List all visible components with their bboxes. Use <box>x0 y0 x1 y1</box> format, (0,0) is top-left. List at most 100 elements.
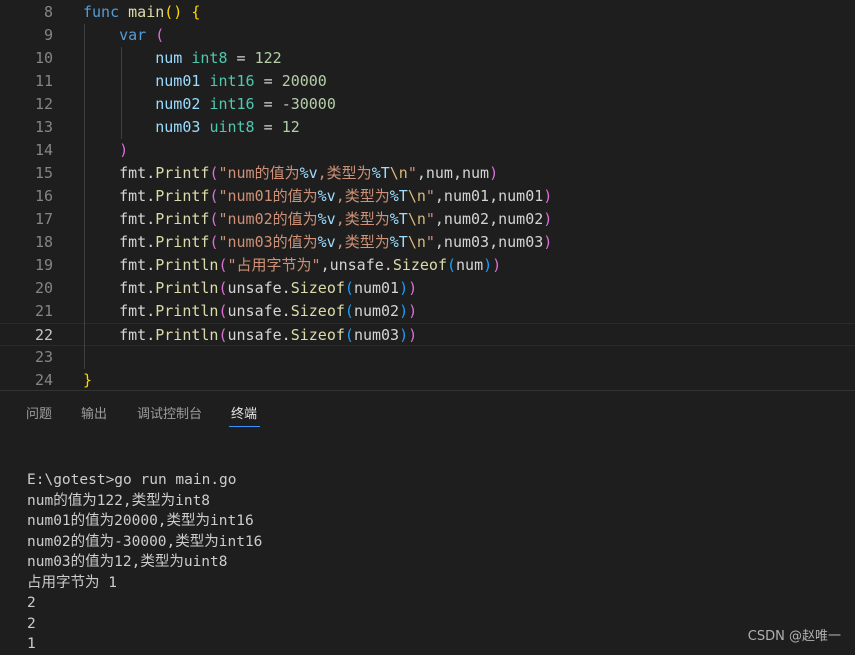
code-token: unsafe. <box>227 279 291 297</box>
code-token: fmt. <box>83 187 156 205</box>
terminal-line: 2 <box>27 615 36 632</box>
code-token: \n <box>407 210 426 228</box>
tab-problems[interactable]: 问题 <box>26 403 52 422</box>
code-text: fmt.Printf("num的值为%v,类型为%T\n",num,num) <box>83 162 498 185</box>
code-token: ) <box>483 256 493 274</box>
code-token: %T <box>389 187 408 205</box>
code-token: Sizeof <box>290 302 345 320</box>
code-line[interactable]: 15 fmt.Printf("num的值为%v,类型为%T\n",num,num… <box>0 162 855 185</box>
code-token: num03 <box>353 326 400 344</box>
code-token: " <box>407 164 417 182</box>
code-line[interactable]: 10 num int8 = 122 <box>0 47 855 70</box>
line-number: 15 <box>34 164 53 182</box>
code-token: Sizeof <box>290 326 345 344</box>
active-tab-indicator <box>229 426 260 427</box>
code-token: ( <box>218 279 228 297</box>
code-token: num02 <box>83 95 210 113</box>
code-token: unsafe. <box>227 326 291 344</box>
code-token: fmt. <box>83 279 156 297</box>
code-token: Printf <box>155 187 210 205</box>
code-line[interactable]: 16 fmt.Printf("num01的值为%v,类型为%T\n",num01… <box>0 185 855 208</box>
code-token: fmt. <box>83 164 156 182</box>
code-token: uint8 <box>209 118 255 136</box>
code-token: Sizeof <box>392 256 447 274</box>
code-text: fmt.Println("占用字节为",unsafe.Sizeof(num)) <box>83 254 501 277</box>
code-token: fmt. <box>83 233 156 251</box>
tab-debug-console[interactable]: 调试控制台 <box>137 403 202 422</box>
code-token: Println <box>155 279 219 297</box>
code-token: = <box>254 95 282 113</box>
code-token: num02 <box>353 302 400 320</box>
code-line[interactable]: 22 fmt.Println(unsafe.Sizeof(num03)) <box>0 323 855 346</box>
code-token: num01 <box>353 279 400 297</box>
code-text: num01 int16 = 20000 <box>83 70 327 93</box>
code-token: 122 <box>254 49 282 67</box>
line-number: 21 <box>34 302 53 320</box>
code-token: num <box>456 256 484 274</box>
tab-output[interactable]: 输出 <box>81 403 107 422</box>
code-token: fmt. <box>83 210 156 228</box>
code-token: Printf <box>155 210 210 228</box>
code-token: ) <box>543 233 553 251</box>
code-line[interactable]: 23 <box>0 346 855 369</box>
code-line[interactable]: 24} <box>0 369 855 392</box>
code-line[interactable]: 12 num02 int16 = -30000 <box>0 93 855 116</box>
code-token: 12 <box>281 118 300 136</box>
code-token: ) <box>543 187 553 205</box>
terminal-output[interactable]: E:\gotest>go run main.go num的值为122,类型为int… <box>27 470 847 655</box>
code-token: = <box>254 72 282 90</box>
code-token: "num03的值为 <box>218 233 318 251</box>
code-editor[interactable]: 8 func main() {9 var (10 num int8 = 122 11… <box>0 0 855 390</box>
code-token: \n <box>407 187 426 205</box>
code-token: var <box>83 26 156 44</box>
code-line[interactable]: 17 fmt.Printf("num02的值为%v,类型为%T\n",num02… <box>0 208 855 231</box>
code-token: num <box>83 49 192 67</box>
tab-terminal[interactable]: 终端 <box>231 403 257 422</box>
code-token: func <box>83 3 129 21</box>
code-token: ) <box>489 164 499 182</box>
code-token: " <box>425 233 435 251</box>
code-token: ) <box>399 302 409 320</box>
line-number: 13 <box>34 118 53 136</box>
code-text: fmt.Printf("num03的值为%v,类型为%T\n",num03,nu… <box>83 231 552 254</box>
code-line[interactable]: 14 ) <box>0 139 855 162</box>
code-token: ,num03,num03 <box>434 233 544 251</box>
terminal-line: 占用字节为 1 <box>27 574 117 591</box>
code-text: fmt.Println(unsafe.Sizeof(num03)) <box>83 324 417 347</box>
code-token: int8 <box>191 49 228 67</box>
code-line[interactable]: 9 var ( <box>0 24 855 47</box>
code-token: Printf <box>155 233 210 251</box>
code-line[interactable]: 11 num01 int16 = 20000 <box>0 70 855 93</box>
code-line[interactable]: 20 fmt.Println(unsafe.Sizeof(num01)) <box>0 277 855 300</box>
line-number: 11 <box>34 72 53 90</box>
code-token: ( <box>155 26 165 44</box>
terminal-line: num02的值为-30000,类型为int16 <box>27 533 263 550</box>
code-token: { <box>191 3 201 21</box>
code-token: %T <box>389 210 408 228</box>
code-line[interactable]: 21 fmt.Println(unsafe.Sizeof(num02)) <box>0 300 855 323</box>
code-token: %v <box>317 187 336 205</box>
line-number: 12 <box>34 95 53 113</box>
code-text: fmt.Printf("num01的值为%v,类型为%T\n",num01,nu… <box>83 185 552 208</box>
code-token: ,num02,num02 <box>434 210 544 228</box>
code-token: 20000 <box>281 72 327 90</box>
code-token: ( <box>218 302 228 320</box>
code-token: ) <box>408 279 418 297</box>
terminal-line: E:\gotest>go run main.go <box>27 472 237 488</box>
code-line[interactable]: 19 fmt.Println("占用字节为",unsafe.Sizeof(num… <box>0 254 855 277</box>
code-text: num int8 = 122 <box>83 47 282 70</box>
code-token: ,类型为 <box>317 164 372 182</box>
code-token: ,类型为 <box>335 233 390 251</box>
code-token: Println <box>155 302 219 320</box>
code-line[interactable]: 8 func main() { <box>0 1 855 24</box>
line-number: 18 <box>34 233 53 251</box>
code-line[interactable]: 18 fmt.Printf("num03的值为%v,类型为%T\n",num03… <box>0 231 855 254</box>
code-token: unsafe. <box>227 302 291 320</box>
code-token: %T <box>371 164 390 182</box>
code-line[interactable]: 13 num03 uint8 = 12 <box>0 116 855 139</box>
code-token: fmt. <box>83 326 156 344</box>
watermark: CSDN @赵唯一 <box>747 629 841 644</box>
code-token: () <box>164 3 183 21</box>
code-token: ,类型为 <box>335 210 390 228</box>
